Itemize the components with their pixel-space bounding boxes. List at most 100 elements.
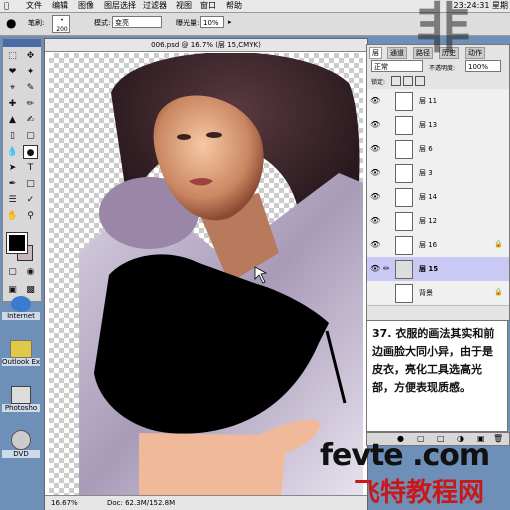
shape-tool-icon[interactable]: □ (23, 177, 38, 191)
layer-thumbnail (395, 116, 413, 135)
blend-mode-select[interactable]: 正常 (371, 60, 423, 72)
layer-row[interactable]: 👁 层 14 (367, 185, 509, 210)
standard-mode-icon[interactable]: ▢ (5, 265, 20, 279)
layers-panel: 层 通道 路径 历史 动作 正常 不透明度: 100% 锁定: 👁 层 11 👁… (366, 44, 510, 321)
path-select-icon[interactable]: ➤ (5, 161, 20, 175)
layer-thumbnail (395, 236, 413, 255)
move-tool-icon[interactable]: ✥ (23, 49, 38, 63)
mode-select[interactable]: 变亮 (112, 16, 162, 28)
layer-row[interactable]: 👁 层 16 🔒 (367, 233, 509, 258)
eye-icon[interactable]: 👁 (370, 120, 380, 129)
eye-icon[interactable]: 👁 (370, 216, 380, 225)
pen-tool-icon[interactable]: ✒ (5, 177, 20, 191)
lasso-tool-icon[interactable]: ❤ (5, 65, 20, 79)
fullscreen-mode-icon[interactable]: ▩ (23, 283, 38, 297)
layer-name: 层 12 (419, 217, 438, 225)
menu-image[interactable]: 图像 (78, 0, 94, 12)
layer-thumbnail (395, 260, 413, 279)
photoshop-icon (11, 386, 31, 404)
layer-name: 层 16 (419, 241, 438, 249)
slice-tool-icon[interactable]: ✎ (23, 81, 38, 95)
lock-icon: 🔒 (494, 288, 503, 296)
screen-mode-icon[interactable]: ▣ (5, 283, 20, 297)
layer-row[interactable]: 👁 层 13 (367, 113, 509, 138)
tab-channels[interactable]: 通道 (387, 47, 407, 59)
trash-icon[interactable]: 🗑 (493, 434, 503, 443)
brush-dot-icon: • (60, 17, 64, 24)
doc-size: Doc: 62.3M/152.8M (107, 499, 176, 507)
healing-tool-icon[interactable]: ✚ (5, 97, 20, 111)
zoom-tool-icon[interactable]: ⚲ (23, 209, 38, 223)
menu-layer[interactable]: 图层 (104, 0, 120, 12)
layer-row[interactable]: 👁 层 11 (367, 89, 509, 114)
tab-layers[interactable]: 层 (369, 47, 382, 59)
dvd-icon (11, 430, 31, 450)
eyedropper-icon[interactable]: ✓ (23, 193, 38, 207)
magic-wand-icon[interactable]: ✦ (23, 65, 38, 79)
dodge-tool-button-icon[interactable]: ● (23, 145, 38, 159)
notes-tool-icon[interactable]: ☰ (5, 193, 20, 207)
document-titlebar[interactable]: 006.psd @ 16.7% (层 15,CMYK) (45, 39, 367, 52)
menu-select[interactable]: 选择 (120, 0, 136, 12)
watermark-site: fevte .com (320, 438, 490, 473)
exposure-input[interactable]: 10% (200, 16, 224, 28)
desktop-icon-internet[interactable]: Internet (2, 296, 40, 320)
lock-label: 锁定: (371, 79, 386, 86)
layer-name: 层 14 (419, 193, 438, 201)
layer-row[interactable]: 背景 🔒 (367, 281, 509, 306)
exposure-arrow-icon[interactable]: ▸ (228, 18, 232, 26)
exposure-value: 10% (203, 19, 219, 27)
zoom-level[interactable]: 16.67% (51, 496, 78, 510)
gradient-tool-icon[interactable]: ▢ (23, 129, 38, 143)
opacity-input[interactable]: 100% (465, 60, 501, 72)
crop-tool-icon[interactable]: ⌖ (5, 81, 20, 95)
eraser-tool-icon[interactable]: ▯ (5, 129, 20, 143)
apple-menu-icon[interactable]:  (4, 0, 9, 12)
lock-icon: 🔒 (494, 240, 503, 248)
eye-icon[interactable]: 👁 (370, 264, 380, 273)
menu-edit[interactable]: 编辑 (52, 0, 68, 12)
desktop-icon-photoshop[interactable]: Photosho (2, 386, 40, 412)
eye-icon[interactable]: 👁 (370, 144, 380, 153)
canvas[interactable] (49, 53, 363, 495)
layer-row[interactable]: 👁 层 3 (367, 161, 509, 186)
lock-position-checkbox[interactable] (415, 76, 425, 86)
brush-picker[interactable]: • 200 (52, 15, 70, 33)
blur-tool-icon[interactable]: 💧 (5, 145, 20, 159)
layer-row[interactable]: 👁 层 12 (367, 209, 509, 234)
layer-thumbnail (395, 92, 413, 111)
history-brush-icon[interactable]: ✍ (23, 113, 38, 127)
eye-icon[interactable]: 👁 (370, 168, 380, 177)
layer-thumbnail (395, 164, 413, 183)
hand-tool-icon[interactable]: ✋ (5, 209, 20, 223)
desktop-icon-label: Outlook Ex (2, 358, 40, 366)
layer-name: 背景 (419, 289, 433, 297)
mode-label: 模式: (94, 19, 111, 27)
layer-row-selected[interactable]: 👁 ✏ 层 15 (367, 257, 509, 282)
lock-transparency-checkbox[interactable] (391, 76, 401, 86)
stamp-tool-icon[interactable]: ▲ (5, 113, 20, 127)
quick-mask-icon[interactable]: ◉ (23, 265, 38, 279)
desktop-icon-outlook[interactable]: Outlook Ex (2, 340, 40, 366)
eye-icon[interactable]: 👁 (370, 192, 380, 201)
menu-window[interactable]: 窗口 (200, 0, 216, 12)
watermark-cn: 飞特教程网 (354, 478, 485, 508)
menu-file[interactable]: 文件 (26, 0, 42, 12)
menu-help[interactable]: 帮助 (226, 0, 242, 12)
desktop-icon-dvd[interactable]: DVD (2, 430, 40, 458)
menu-view[interactable]: 视图 (176, 0, 192, 12)
foreground-color-swatch[interactable] (6, 232, 28, 254)
eye-icon[interactable]: 👁 (370, 96, 380, 105)
layer-thumbnail (395, 284, 413, 303)
lock-pixels-checkbox[interactable] (403, 76, 413, 86)
menu-filter[interactable]: 过滤器 (143, 0, 167, 12)
layer-row[interactable]: 👁 层 6 (367, 137, 509, 162)
eye-icon[interactable]: 👁 (370, 240, 380, 249)
layer-thumbnail (395, 188, 413, 207)
toolbox-titlebar[interactable] (3, 39, 41, 47)
layer-name: 层 11 (419, 97, 438, 105)
brush-tool-icon[interactable]: ✏ (23, 97, 38, 111)
layer-thumbnail (395, 212, 413, 231)
type-tool-icon[interactable]: T (23, 161, 38, 175)
marquee-tool-icon[interactable]: ⬚ (5, 49, 20, 63)
